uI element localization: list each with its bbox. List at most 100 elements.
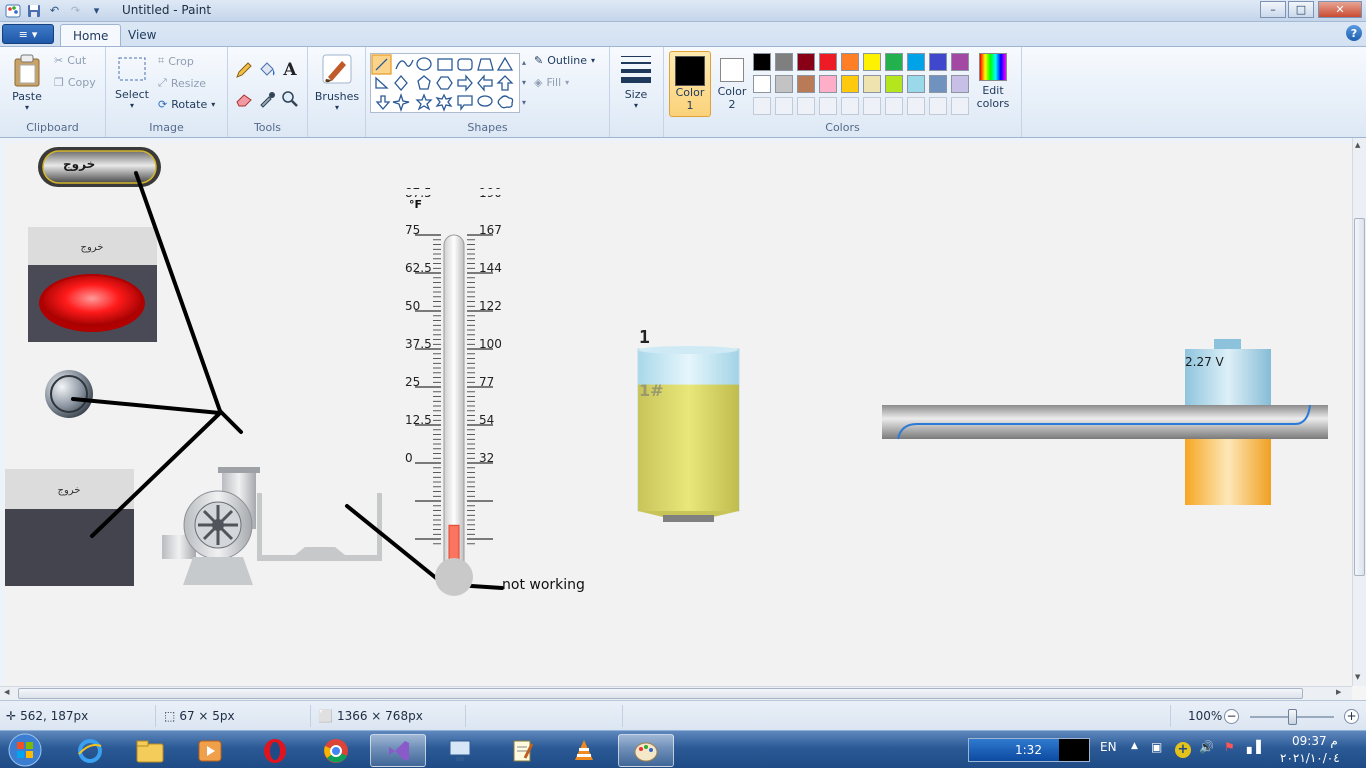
red-indicator-lamp[interactable] xyxy=(43,276,141,326)
custom-color-slot[interactable] xyxy=(885,97,903,115)
color-picker-icon[interactable] xyxy=(257,89,277,109)
customize-qat-icon[interactable]: ▾ xyxy=(88,2,105,19)
custom-color-slot[interactable] xyxy=(841,97,859,115)
palette-swatch[interactable] xyxy=(951,75,969,93)
palette-swatch[interactable] xyxy=(819,75,837,93)
notepad-icon[interactable] xyxy=(494,734,550,767)
tab-home[interactable]: Home xyxy=(60,24,122,46)
color1-button[interactable]: Color 1 xyxy=(669,51,711,117)
opera-icon[interactable] xyxy=(247,734,303,767)
save-icon[interactable] xyxy=(25,2,42,19)
internet-explorer-icon[interactable] xyxy=(62,734,118,767)
select-button[interactable]: Select ▾ xyxy=(114,53,150,110)
palette-swatch[interactable] xyxy=(753,53,771,71)
color2-button[interactable]: Color 2 xyxy=(714,51,750,117)
zoom-in-button[interactable]: + xyxy=(1344,709,1359,724)
horizontal-scrollbar[interactable]: ◀ ▶ xyxy=(0,686,1352,700)
magnifier-icon[interactable] xyxy=(280,89,300,109)
show-hidden-icons[interactable]: ▲ xyxy=(1131,741,1138,751)
chrome-icon[interactable] xyxy=(308,734,364,767)
cut-button[interactable]: ✂ Cut xyxy=(54,54,86,67)
palette-swatch[interactable] xyxy=(797,53,815,71)
scroll-right-icon[interactable]: ▶ xyxy=(1336,688,1341,696)
size-button[interactable]: Size ▾ xyxy=(618,53,654,110)
file-explorer-icon[interactable] xyxy=(122,734,178,767)
brushes-button[interactable]: Brushes ▾ xyxy=(314,53,360,112)
paint-menu-button[interactable]: ≡ ▾ xyxy=(2,24,54,44)
clock-time[interactable]: 09:37 م xyxy=(1292,734,1338,748)
horizontal-scroll-thumb[interactable] xyxy=(18,688,1303,699)
visual-studio-icon[interactable] xyxy=(370,734,426,767)
media-mini-player[interactable]: 1:32 xyxy=(968,738,1090,762)
outline-button[interactable]: ✎ Outline ▾ xyxy=(534,54,595,67)
palette-swatch[interactable] xyxy=(885,53,903,71)
clock-date[interactable]: ٢٠٢١/١٠/٠٤ xyxy=(1280,751,1340,765)
eraser-icon[interactable] xyxy=(234,89,254,109)
vertical-scroll-thumb[interactable] xyxy=(1354,218,1365,576)
volume-icon[interactable]: 🔊 xyxy=(1199,740,1214,754)
remote-desktop-icon[interactable] xyxy=(432,734,488,767)
rotate-button[interactable]: ⟳ Rotate ▾ xyxy=(158,98,215,111)
knob[interactable] xyxy=(45,370,93,418)
palette-swatch[interactable] xyxy=(863,75,881,93)
network-adapter-icon[interactable]: ▣ xyxy=(1151,740,1162,754)
copy-button[interactable]: ❐ Copy xyxy=(54,76,96,89)
text-tool-icon[interactable]: A xyxy=(280,60,300,80)
palette-swatch[interactable] xyxy=(907,53,925,71)
custom-color-slot[interactable] xyxy=(797,97,815,115)
vlc-icon[interactable] xyxy=(556,734,612,767)
shapes-scroll[interactable]: ▴ ▾ ▾ xyxy=(518,53,530,113)
custom-color-slot[interactable] xyxy=(819,97,837,115)
palette-swatch[interactable] xyxy=(753,75,771,93)
minimize-button[interactable]: – xyxy=(1260,1,1286,18)
fill-bucket-icon[interactable] xyxy=(257,60,277,80)
maximize-button[interactable]: □ xyxy=(1288,1,1314,18)
paint-app-icon[interactable] xyxy=(4,2,21,19)
edit-colors-button[interactable]: Edit colors xyxy=(976,53,1010,110)
undo-icon[interactable]: ↶ xyxy=(46,2,63,19)
paint-taskbar-icon[interactable] xyxy=(618,734,674,767)
vertical-scrollbar[interactable]: ▲ ▼ xyxy=(1352,138,1366,686)
palette-swatch[interactable] xyxy=(775,75,793,93)
close-button[interactable]: ✕ xyxy=(1318,1,1362,18)
custom-color-slot[interactable] xyxy=(907,97,925,115)
custom-color-slot[interactable] xyxy=(951,97,969,115)
palette-swatch[interactable] xyxy=(775,53,793,71)
fill-button[interactable]: ◈ Fill ▾ xyxy=(534,76,569,89)
palette-swatch[interactable] xyxy=(929,75,947,93)
crop-button[interactable]: ⌗ Crop xyxy=(158,54,194,68)
scroll-left-icon[interactable]: ◀ xyxy=(4,688,9,696)
resize-button[interactable]: ⤢ Resize xyxy=(158,76,206,90)
media-player-icon[interactable] xyxy=(182,734,238,767)
zoom-slider-thumb[interactable] xyxy=(1288,709,1297,725)
palette-swatch[interactable] xyxy=(885,75,903,93)
exit-pill-button[interactable] xyxy=(38,147,161,187)
redo-icon[interactable]: ↷ xyxy=(67,2,84,19)
palette-swatch[interactable] xyxy=(819,53,837,71)
help-icon[interactable]: ? xyxy=(1346,25,1362,41)
signal-bars-icon[interactable]: ▖▌ xyxy=(1247,740,1265,754)
palette-swatch[interactable] xyxy=(929,53,947,71)
palette-swatch[interactable] xyxy=(863,53,881,71)
paste-button[interactable]: Paste ▾ xyxy=(8,53,46,112)
shapes-gallery[interactable] xyxy=(370,53,520,113)
status-plus-icon[interactable]: + xyxy=(1175,742,1191,758)
palette-swatch[interactable] xyxy=(797,75,815,93)
custom-color-slot[interactable] xyxy=(863,97,881,115)
palette-swatch[interactable] xyxy=(907,75,925,93)
scroll-down-icon[interactable]: ▼ xyxy=(1355,673,1360,681)
custom-color-slot[interactable] xyxy=(775,97,793,115)
zoom-out-button[interactable]: − xyxy=(1224,709,1239,724)
custom-color-slot[interactable] xyxy=(929,97,947,115)
pencil-icon[interactable] xyxy=(234,60,254,80)
palette-swatch[interactable] xyxy=(841,75,859,93)
start-button[interactable] xyxy=(2,732,48,768)
palette-swatch[interactable] xyxy=(951,53,969,71)
palette-swatch[interactable] xyxy=(841,53,859,71)
tab-view[interactable]: View xyxy=(116,24,168,46)
flag-alert-icon[interactable]: ⚑ xyxy=(1224,740,1235,754)
custom-color-slot[interactable] xyxy=(753,97,771,115)
scroll-up-icon[interactable]: ▲ xyxy=(1355,141,1360,149)
drawing-canvas[interactable]: خروج خروج خروج °F 75 62.5 50 37.5 25 12.… xyxy=(5,143,1352,686)
language-indicator[interactable]: EN xyxy=(1100,740,1117,754)
